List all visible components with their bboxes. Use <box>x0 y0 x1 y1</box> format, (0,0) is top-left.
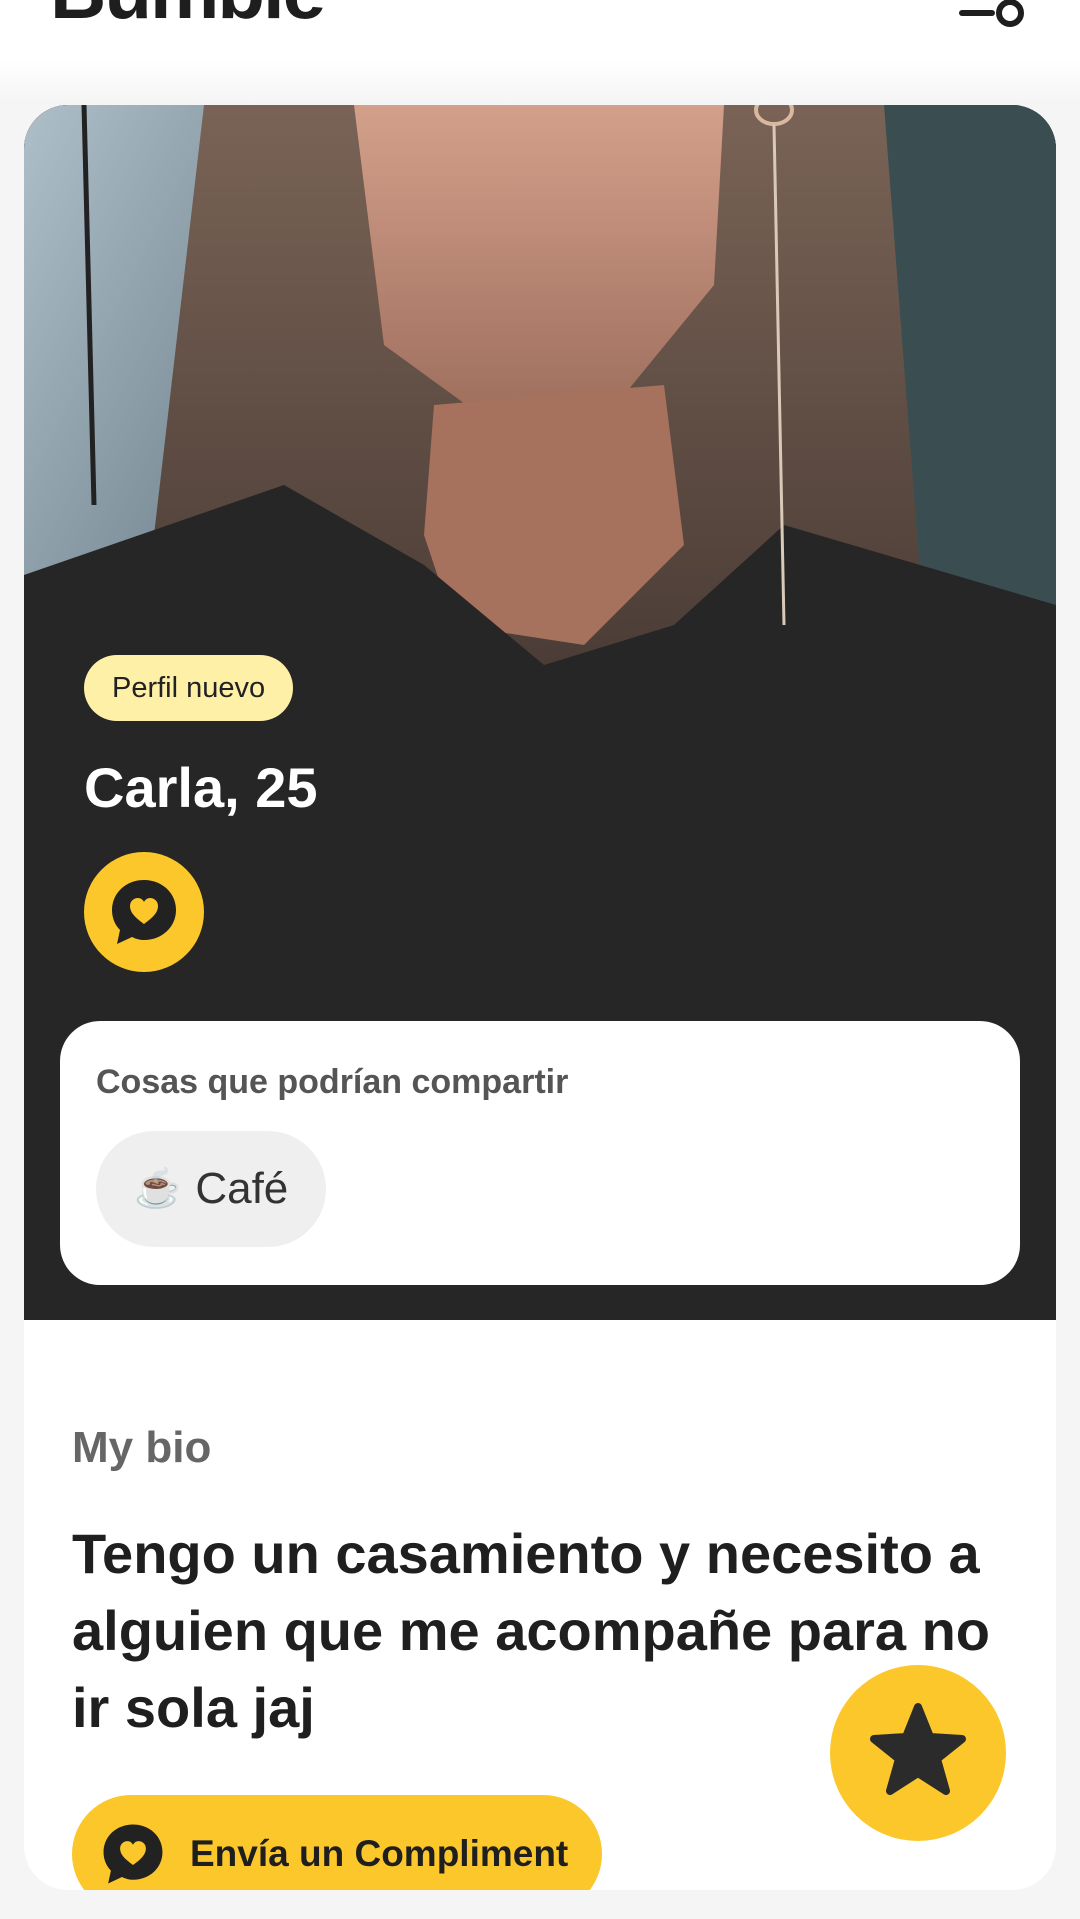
app-logo: Bumble <box>50 0 326 30</box>
send-compliment-button[interactable]: Envía un Compliment <box>72 1795 603 1890</box>
superswipe-star-button[interactable] <box>830 1665 1006 1841</box>
compliment-heart-bubble-icon <box>103 1824 163 1884</box>
new-profile-badge: Perfil nuevo <box>84 655 294 721</box>
compliment-button[interactable] <box>84 852 204 972</box>
coffee-icon: ☕ <box>134 1168 182 1210</box>
send-compliment-label: Envía un Compliment <box>190 1833 569 1874</box>
shared-interests-title: Cosas que podrían compartir <box>96 1063 569 1101</box>
star-icon <box>870 1703 966 1795</box>
interest-chip[interactable]: ☕ Café <box>96 1131 327 1247</box>
bio-label: My bio <box>72 1423 212 1472</box>
top-bar: Bumble <box>0 0 1080 100</box>
compliment-heart-bubble-icon <box>112 880 176 944</box>
profile-card[interactable]: Perfil nuevo Carla, 25 Cosas que podrían… <box>24 105 1056 1890</box>
profile-name-age: Carla, 25 <box>84 756 318 819</box>
filter-icon[interactable] <box>958 0 1028 30</box>
shared-interests-box: Cosas que podrían compartir ☕ Café <box>60 1021 1020 1285</box>
interest-chip-label: Café <box>195 1164 289 1213</box>
